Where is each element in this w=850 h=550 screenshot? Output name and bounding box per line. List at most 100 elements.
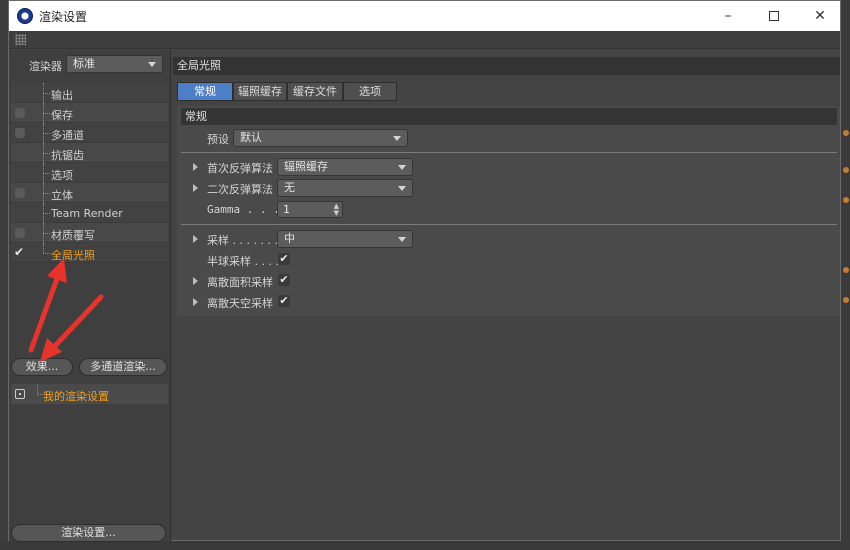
multipass-render-button[interactable]: 多通道渲染... xyxy=(79,358,167,376)
renderer-row: 渲染器 标准 xyxy=(9,54,171,76)
expand-triangle-icon[interactable] xyxy=(193,235,198,243)
expand-triangle-icon[interactable] xyxy=(193,163,198,171)
background-marker-icon xyxy=(843,167,849,173)
enable-checkbox[interactable] xyxy=(15,108,25,118)
sampling-row: 采样 . . . . . . . . 中 xyxy=(177,229,837,249)
render-preset-label: 我的渲染设置 xyxy=(43,390,109,403)
settings-tree: 输出保存 多通道抗锯齿选项立体 Team Render 材质覆写 ✔ 全局光照 xyxy=(11,83,168,263)
tab-options[interactable]: 选项 xyxy=(343,82,397,101)
render-preset-icon xyxy=(15,389,25,399)
background-marker-icon xyxy=(843,267,849,273)
background-marker-icon xyxy=(843,130,849,136)
chevron-down-icon xyxy=(148,62,156,67)
render-preset-item[interactable]: 我的渲染设置 xyxy=(11,384,168,404)
tree-item-label: 选项 xyxy=(51,169,73,182)
gamma-row: Gamma . . . . 1 ▲ ▼ xyxy=(177,200,837,220)
tree-item[interactable]: Team Render xyxy=(11,203,168,223)
title-bar[interactable]: 渲染设置 – ✕ xyxy=(9,1,840,31)
enable-checkbox[interactable] xyxy=(15,228,25,238)
spinner-arrows-icon[interactable]: ▲ ▼ xyxy=(334,203,339,217)
chevron-down-icon xyxy=(398,186,406,191)
tree-connector xyxy=(43,253,50,254)
tree-item-label: 抗锯齿 xyxy=(51,149,84,162)
tree-item[interactable]: 保存 xyxy=(11,103,168,123)
tree-connector xyxy=(43,193,50,194)
tree-connector xyxy=(43,113,50,114)
close-button[interactable]: ✕ xyxy=(797,1,843,31)
gamma-input[interactable]: 1 ▲ ▼ xyxy=(277,201,343,218)
secondary-method-label: 二次反弹算法 xyxy=(207,183,273,196)
close-icon: ✕ xyxy=(814,8,826,24)
maximize-icon xyxy=(769,11,779,21)
tree-item[interactable]: 选项 xyxy=(11,163,168,183)
tab-general[interactable]: 常规 xyxy=(177,82,233,101)
tree-item[interactable]: ✔ 全局光照 xyxy=(11,243,168,263)
primary-method-select[interactable]: 辐照缓存 xyxy=(277,158,413,176)
enable-checkbox[interactable] xyxy=(15,128,25,138)
panel-grip-icon[interactable] xyxy=(15,34,26,45)
chevron-down-icon xyxy=(398,165,406,170)
render-settings-window: 渲染设置 – ✕ 渲染器 标准 输出 保存 多通道 抗锯齿 选项 立体 Team Rende… xyxy=(8,0,841,542)
primary-method-label: 首次反弹算法 xyxy=(207,162,273,175)
tree-item[interactable]: 输出 xyxy=(11,83,168,103)
tree-item-label: Team Render xyxy=(51,207,123,220)
discrete-sky-label: 离散天空采样 xyxy=(207,297,273,310)
discrete-sky-checkbox[interactable]: ✔ xyxy=(278,295,290,307)
section-title: 全局光照 xyxy=(173,57,840,75)
render-settings-button[interactable]: 渲染设置... xyxy=(11,524,166,542)
tree-item-label: 材质覆写 xyxy=(51,229,95,242)
preset-label: 预设 xyxy=(207,133,229,146)
background-app-right-edge xyxy=(840,0,850,550)
secondary-method-select[interactable]: 无 xyxy=(277,179,413,197)
primary-method-row: 首次反弹算法 辐照缓存 xyxy=(177,157,837,177)
preset-value: 默认 xyxy=(240,131,262,144)
renderer-label: 渲染器 xyxy=(29,60,62,73)
hemisphere-sampling-row: 半球采样 . . . . ✔ xyxy=(177,250,837,270)
tree-connector xyxy=(43,93,50,94)
tab-irradiance-cache[interactable]: 辐照缓存 xyxy=(233,82,287,101)
sampling-value: 中 xyxy=(284,232,295,245)
tree-item[interactable]: 材质覆写 xyxy=(11,223,168,243)
tree-connector xyxy=(43,233,50,234)
divider xyxy=(181,224,837,225)
general-subheading: 常规 xyxy=(181,108,837,125)
expand-triangle-icon[interactable] xyxy=(193,298,198,306)
expand-triangle-icon[interactable] xyxy=(193,277,198,285)
expand-triangle-icon[interactable] xyxy=(193,184,198,192)
tree-item[interactable]: 立体 xyxy=(11,183,168,203)
background-marker-icon xyxy=(843,197,849,203)
maximize-button[interactable] xyxy=(751,1,797,31)
enable-checkbox[interactable] xyxy=(15,188,25,198)
secondary-method-row: 二次反弹算法 无 xyxy=(177,178,837,198)
discrete-area-checkbox[interactable]: ✔ xyxy=(278,274,290,286)
checkmark-icon[interactable]: ✔ xyxy=(14,245,24,259)
settings-list-panel: 渲染器 标准 输出保存 多通道抗锯齿选项立体 Team Render 材质覆写 ✔ 全局光… xyxy=(9,50,171,542)
chevron-down-icon xyxy=(398,237,406,242)
secondary-method-value: 无 xyxy=(284,181,295,194)
renderer-value: 标准 xyxy=(73,57,95,70)
primary-method-value: 辐照缓存 xyxy=(284,160,328,173)
tree-connector xyxy=(43,173,50,174)
sampling-select[interactable]: 中 xyxy=(277,230,413,248)
background-marker-icon xyxy=(843,297,849,303)
cinema4d-app-icon xyxy=(17,8,33,24)
global-illumination-panel: 全局光照 常规 辐照缓存 缓存文件 选项 常规 预设 默认 首次反弹算法 辐照缓 xyxy=(173,57,840,541)
window-toolbar xyxy=(9,31,840,49)
tree-item[interactable]: 抗锯齿 xyxy=(11,143,168,163)
discrete-area-label: 离散面积采样 xyxy=(207,276,273,289)
minimize-button[interactable]: – xyxy=(705,1,751,31)
tree-item-label: 输出 xyxy=(51,89,73,102)
hemisphere-sampling-label: 半球采样 . . . . xyxy=(207,255,279,268)
tree-connector xyxy=(43,133,50,134)
preset-select[interactable]: 默认 xyxy=(233,129,408,147)
renderer-select[interactable]: 标准 xyxy=(66,55,163,73)
tree-item-label: 保存 xyxy=(51,109,73,122)
tree-item-label: 立体 xyxy=(51,189,73,202)
discrete-area-row: 离散面积采样 ✔ xyxy=(177,271,837,291)
tab-cache-files[interactable]: 缓存文件 xyxy=(287,82,343,101)
tree-connector xyxy=(43,153,50,154)
tree-item[interactable]: 多通道 xyxy=(11,123,168,143)
effects-button[interactable]: 效果... xyxy=(11,358,73,376)
tree-item-label: 全局光照 xyxy=(51,249,95,262)
hemisphere-sampling-checkbox[interactable]: ✔ xyxy=(278,253,290,265)
